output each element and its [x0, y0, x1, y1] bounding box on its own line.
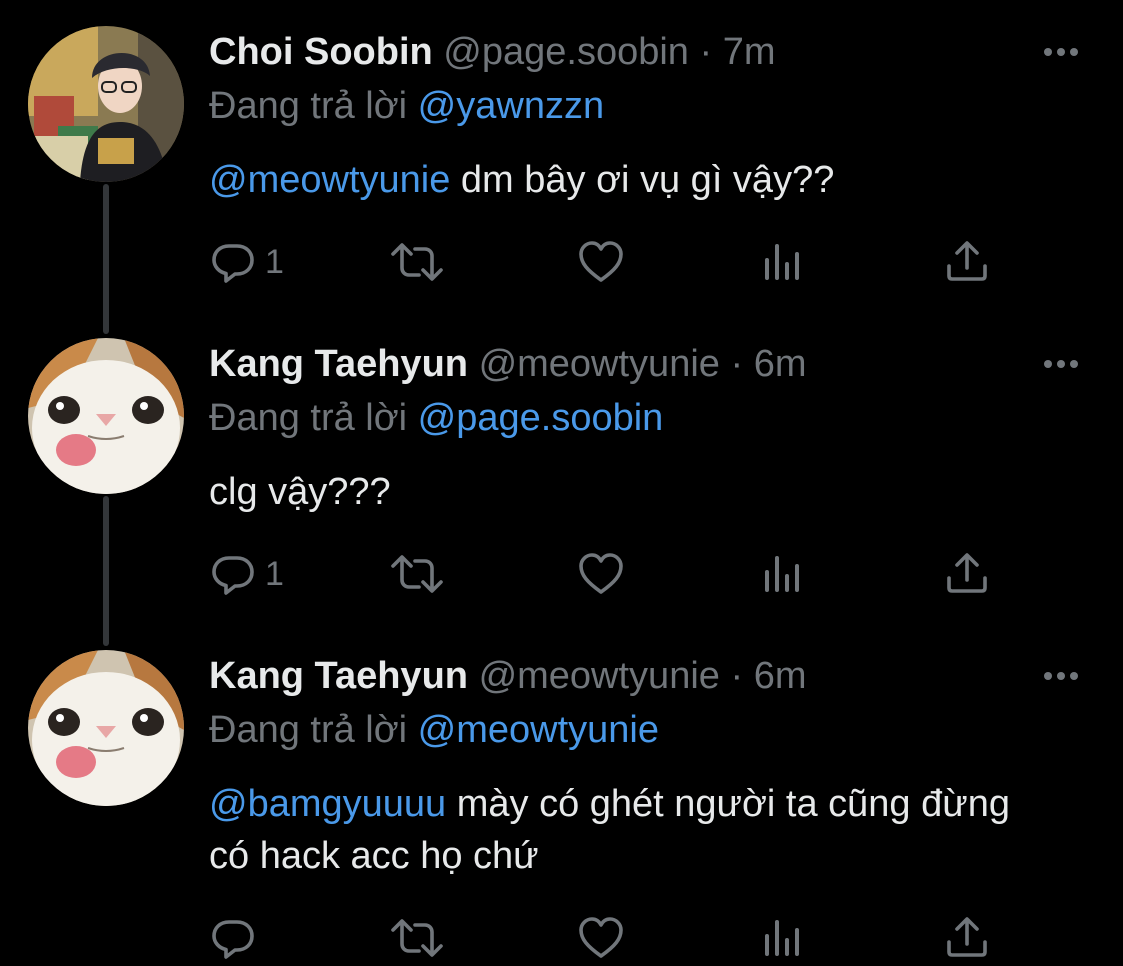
tweet[interactable]: Kang Taehyun @meowtyunie · 6m Đang trả l…	[0, 312, 1123, 646]
replying-to: Đang trả lời @page.soobin	[209, 396, 663, 440]
retweet-button[interactable]	[389, 236, 445, 288]
reply-count: 1	[265, 242, 284, 281]
reply-icon	[212, 920, 254, 959]
more-options-button[interactable]	[1043, 350, 1079, 378]
replying-to-mention[interactable]: @page.soobin	[418, 397, 664, 439]
avatar[interactable]	[28, 26, 184, 182]
like-icon	[579, 917, 623, 958]
share-icon	[947, 917, 987, 957]
avatar[interactable]	[28, 650, 184, 806]
reply-icon	[212, 556, 254, 595]
replying-to-label: Đang trả lời	[209, 85, 408, 127]
tweet-header: Choi Soobin @page.soobin · 7m	[209, 30, 776, 74]
user-handle[interactable]: @meowtyunie	[479, 343, 720, 385]
like-icon	[579, 553, 623, 594]
replying-to-label: Đang trả lời	[209, 709, 408, 751]
timestamp[interactable]: 6m	[754, 655, 807, 697]
reply-button[interactable]: 1	[209, 236, 284, 288]
replying-to-mention[interactable]: @meowtyunie	[418, 709, 659, 751]
tweet-header: Kang Taehyun @meowtyunie · 6m	[209, 342, 806, 386]
display-name[interactable]: Kang Taehyun	[209, 655, 468, 697]
user-handle[interactable]: @meowtyunie	[479, 655, 720, 697]
more-options-button[interactable]	[1043, 38, 1079, 66]
reply-icon	[212, 244, 254, 283]
share-button[interactable]	[943, 912, 991, 964]
avatar[interactable]	[28, 338, 184, 494]
separator-dot: ·	[699, 31, 713, 73]
like-button[interactable]	[577, 912, 625, 964]
display-name[interactable]: Kang Taehyun	[209, 343, 468, 385]
views-button[interactable]	[761, 912, 805, 964]
more-icon	[1044, 48, 1078, 56]
text-mention[interactable]: @meowtyunie	[209, 159, 450, 201]
display-name[interactable]: Choi Soobin	[209, 31, 433, 73]
tweet[interactable]: Choi Soobin @page.soobin · 7m Đang trả l…	[0, 0, 1123, 334]
share-button[interactable]	[943, 548, 991, 600]
views-icon	[765, 244, 799, 280]
action-bar	[209, 912, 1009, 964]
retweet-button[interactable]	[389, 548, 445, 600]
views-icon	[765, 556, 799, 592]
action-bar: 1	[209, 236, 1009, 288]
tweet-thread: Choi Soobin @page.soobin · 7m Đang trả l…	[0, 0, 1123, 966]
tweet[interactable]: Kang Taehyun @meowtyunie · 6m Đang trả l…	[0, 624, 1123, 966]
tweet-text: @bamgyuuuu mày có ghét người ta cũng đừn…	[209, 778, 1029, 882]
separator-dot: ·	[730, 655, 744, 697]
share-button[interactable]	[943, 236, 991, 288]
tweet-text: clg vậy???	[209, 466, 1069, 518]
replying-to-label: Đang trả lời	[209, 397, 408, 439]
share-icon	[947, 241, 987, 281]
tweet-text: @meowtyunie dm bây ơi vụ gì vậy??	[209, 154, 1069, 206]
retweet-icon	[391, 555, 443, 593]
reply-button[interactable]: 1	[209, 548, 284, 600]
like-button[interactable]	[577, 236, 625, 288]
tweet-header: Kang Taehyun @meowtyunie · 6m	[209, 654, 806, 698]
user-handle[interactable]: @page.soobin	[443, 31, 689, 73]
timestamp[interactable]: 7m	[723, 31, 776, 73]
like-button[interactable]	[577, 548, 625, 600]
separator-dot: ·	[730, 343, 744, 385]
action-bar: 1	[209, 548, 1009, 600]
tweet-body: clg vậy???	[209, 471, 391, 513]
retweet-icon	[391, 919, 443, 957]
replying-to-mention[interactable]: @yawnzzn	[418, 85, 604, 127]
like-icon	[579, 241, 623, 282]
replying-to: Đang trả lời @meowtyunie	[209, 708, 659, 752]
share-icon	[947, 553, 987, 593]
retweet-button[interactable]	[389, 912, 445, 964]
more-icon	[1044, 672, 1078, 680]
text-mention[interactable]: @bamgyuuuu	[209, 783, 446, 825]
tweet-body: dm bây ơi vụ gì vậy??	[450, 159, 835, 201]
more-icon	[1044, 360, 1078, 368]
timestamp[interactable]: 6m	[754, 343, 807, 385]
views-icon	[765, 920, 799, 956]
more-options-button[interactable]	[1043, 662, 1079, 690]
views-button[interactable]	[761, 548, 805, 600]
reply-button[interactable]	[209, 912, 265, 964]
retweet-icon	[391, 243, 443, 281]
views-button[interactable]	[761, 236, 805, 288]
reply-count: 1	[265, 554, 284, 593]
replying-to: Đang trả lời @yawnzzn	[209, 84, 604, 128]
